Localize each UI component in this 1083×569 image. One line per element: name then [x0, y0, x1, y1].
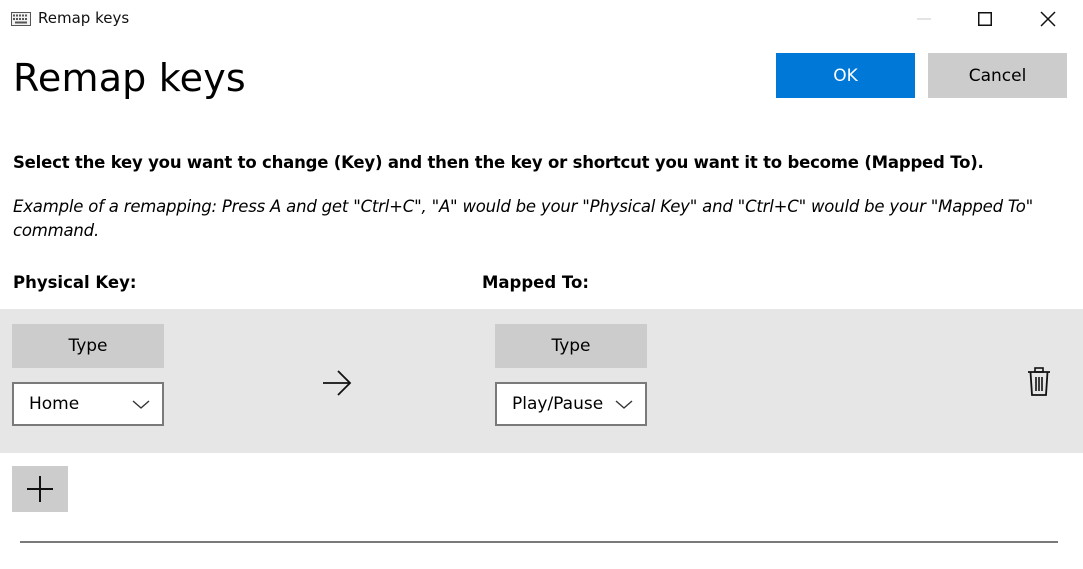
close-button[interactable] — [1018, 0, 1078, 38]
window-title: Remap keys — [38, 9, 130, 27]
arrow-right-icon — [323, 370, 352, 396]
title-bar: Remap keys — [0, 0, 1083, 38]
trash-icon[interactable] — [1027, 367, 1051, 397]
mapped-type-button[interactable]: Type — [495, 324, 647, 368]
physical-key-dropdown[interactable]: Home — [12, 382, 164, 426]
minimize-icon — [917, 18, 931, 20]
chevron-down-icon — [132, 400, 150, 409]
add-mapping-button[interactable] — [12, 466, 68, 512]
mapped-to-header: Mapped To: — [482, 273, 589, 292]
instruction-text: Select the key you want to change (Key) … — [13, 153, 984, 172]
maximize-button[interactable] — [955, 0, 1015, 38]
example-text: Example of a remapping: Press A and get … — [13, 197, 1034, 240]
separator — [20, 541, 1058, 543]
close-icon — [1040, 11, 1056, 27]
page-title: Remap keys — [13, 56, 246, 100]
ok-button[interactable]: OK — [776, 53, 915, 98]
keyboard-icon — [11, 12, 31, 26]
physical-key-header: Physical Key: — [13, 273, 137, 292]
physical-key-value: Home — [29, 394, 80, 414]
mapping-row: Type Home Type Play/Pause — [0, 309, 1083, 453]
mapped-key-value: Play/Pause — [512, 394, 604, 414]
plus-icon — [27, 476, 53, 502]
physical-type-button[interactable]: Type — [12, 324, 164, 368]
mapped-key-dropdown[interactable]: Play/Pause — [495, 382, 647, 426]
maximize-icon — [978, 12, 992, 26]
cancel-button[interactable]: Cancel — [928, 53, 1067, 98]
minimize-button[interactable] — [894, 0, 954, 38]
chevron-down-icon — [615, 400, 633, 409]
